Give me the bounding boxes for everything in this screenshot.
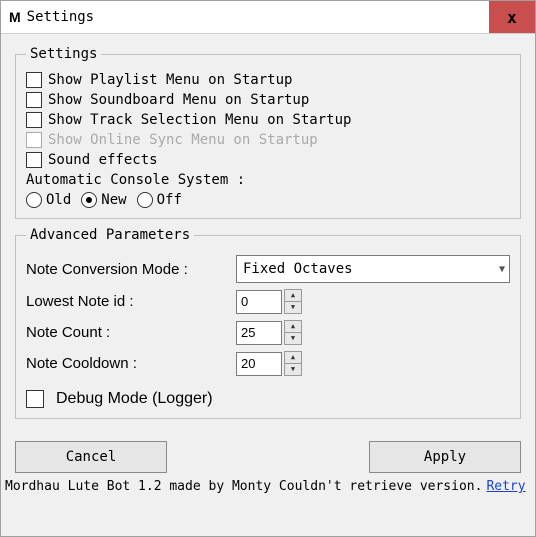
note-count-row: Note Count : 25 ▲ ▼ xyxy=(26,320,510,345)
footer-text: Mordhau Lute Bot 1.2 made by Monty Could… xyxy=(5,479,482,494)
spin-up-icon[interactable]: ▲ xyxy=(284,351,302,364)
lowest-note-stepper[interactable]: 0 ▲ ▼ xyxy=(236,289,302,314)
radio-icon[interactable] xyxy=(137,192,153,208)
spin-down-icon[interactable]: ▼ xyxy=(284,302,302,314)
opt-sound-effects[interactable]: Sound effects xyxy=(26,152,510,168)
debug-row[interactable]: Debug Mode (Logger) xyxy=(26,390,510,408)
console-radio-group: Old New Off xyxy=(26,192,510,208)
conversion-label: Note Conversion Mode : xyxy=(26,261,236,278)
radio-label: Old xyxy=(46,192,71,208)
spin-down-icon[interactable]: ▼ xyxy=(284,333,302,345)
window-title: Settings xyxy=(27,9,94,25)
footer: Mordhau Lute Bot 1.2 made by Monty Could… xyxy=(1,479,535,498)
note-cooldown-stepper[interactable]: 20 ▲ ▼ xyxy=(236,351,302,376)
opt-label: Show Track Selection Menu on Startup xyxy=(48,112,351,128)
spin-buttons: ▲ ▼ xyxy=(284,351,302,376)
close-button[interactable]: x xyxy=(489,1,535,33)
checkbox-icon[interactable] xyxy=(26,390,44,408)
checkbox-icon[interactable] xyxy=(26,112,42,128)
cancel-button[interactable]: Cancel xyxy=(15,441,167,473)
opt-label: Show Playlist Menu on Startup xyxy=(48,72,292,88)
settings-window: M Settings x Settings Show Playlist Menu… xyxy=(0,0,536,537)
radio-icon[interactable] xyxy=(26,192,42,208)
opt-playlist[interactable]: Show Playlist Menu on Startup xyxy=(26,72,510,88)
radio-new[interactable]: New xyxy=(81,192,126,208)
checkbox-icon[interactable] xyxy=(26,92,42,108)
spin-up-icon[interactable]: ▲ xyxy=(284,320,302,333)
chevron-down-icon: ▼ xyxy=(499,264,505,275)
spin-buttons: ▲ ▼ xyxy=(284,289,302,314)
advanced-legend: Advanced Parameters xyxy=(26,227,194,243)
lowest-note-label: Lowest Note id : xyxy=(26,293,236,310)
console-label-row: Automatic Console System : xyxy=(26,172,510,188)
radio-label: New xyxy=(101,192,126,208)
note-cooldown-label: Note Cooldown : xyxy=(26,355,236,372)
note-count-label: Note Count : xyxy=(26,324,236,341)
note-cooldown-input[interactable]: 20 xyxy=(236,352,282,376)
lowest-note-input[interactable]: 0 xyxy=(236,290,282,314)
titlebar: M Settings x xyxy=(1,1,535,34)
spin-buttons: ▲ ▼ xyxy=(284,320,302,345)
opt-track-selection[interactable]: Show Track Selection Menu on Startup xyxy=(26,112,510,128)
radio-off[interactable]: Off xyxy=(137,192,182,208)
opt-online-sync: Show Online Sync Menu on Startup xyxy=(26,132,510,148)
note-count-input[interactable]: 25 xyxy=(236,321,282,345)
checkbox-icon[interactable] xyxy=(26,152,42,168)
lowest-note-row: Lowest Note id : 0 ▲ ▼ xyxy=(26,289,510,314)
radio-old[interactable]: Old xyxy=(26,192,71,208)
opt-label: Sound effects xyxy=(48,152,158,168)
settings-group: Settings Show Playlist Menu on Startup S… xyxy=(15,46,521,219)
button-row: Cancel Apply xyxy=(1,437,535,479)
note-cooldown-row: Note Cooldown : 20 ▲ ▼ xyxy=(26,351,510,376)
conversion-row: Note Conversion Mode : Fixed Octaves ▼ xyxy=(26,255,510,283)
content-area: Settings Show Playlist Menu on Startup S… xyxy=(1,34,535,437)
conversion-value: Fixed Octaves xyxy=(243,261,353,277)
app-icon: M xyxy=(9,9,21,25)
radio-label: Off xyxy=(157,192,182,208)
console-label: Automatic Console System : xyxy=(26,172,245,188)
spin-down-icon[interactable]: ▼ xyxy=(284,364,302,376)
radio-dot-icon xyxy=(86,197,92,203)
conversion-dropdown[interactable]: Fixed Octaves ▼ xyxy=(236,255,510,283)
note-count-stepper[interactable]: 25 ▲ ▼ xyxy=(236,320,302,345)
advanced-group: Advanced Parameters Note Conversion Mode… xyxy=(15,227,521,419)
checkbox-icon xyxy=(26,132,42,148)
opt-label: Show Online Sync Menu on Startup xyxy=(48,132,318,148)
close-icon: x xyxy=(507,8,517,27)
retry-link[interactable]: Retry xyxy=(486,479,525,494)
radio-icon[interactable] xyxy=(81,192,97,208)
spin-up-icon[interactable]: ▲ xyxy=(284,289,302,302)
debug-label: Debug Mode (Logger) xyxy=(56,390,213,408)
checkbox-icon[interactable] xyxy=(26,72,42,88)
opt-label: Show Soundboard Menu on Startup xyxy=(48,92,309,108)
titlebar-left: M Settings xyxy=(1,9,94,25)
apply-button[interactable]: Apply xyxy=(369,441,521,473)
settings-legend: Settings xyxy=(26,46,101,62)
opt-soundboard[interactable]: Show Soundboard Menu on Startup xyxy=(26,92,510,108)
